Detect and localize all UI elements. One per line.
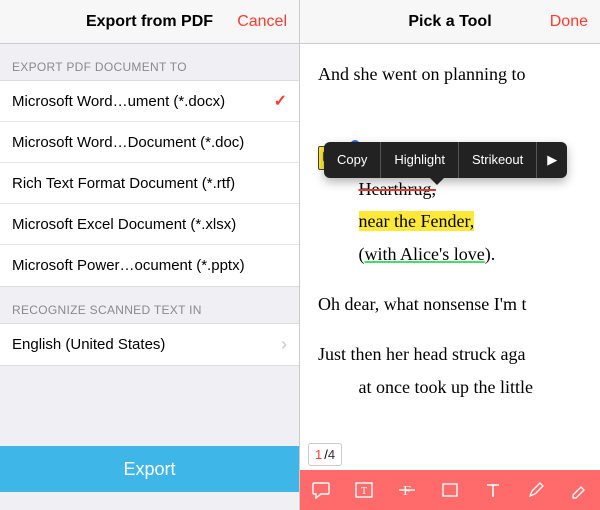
text-tool-icon[interactable] [480,481,506,499]
format-label: Microsoft Power…ocument (*.pptx) [12,257,245,274]
text-context-menu: Copy Highlight Strikeout ▶ [324,142,567,178]
menu-more-icon[interactable]: ▶ [537,148,567,171]
format-label: Rich Text Format Document (*.rtf) [12,175,235,192]
menu-highlight[interactable]: Highlight [381,142,459,178]
page-current: 1 [315,447,322,462]
format-label: Microsoft Word…Document (*.doc) [12,134,244,151]
language-row[interactable]: English (United States) › [0,324,299,365]
export-header: Export from PDF Cancel [0,0,299,44]
doc-line-7a: Just then her head struck aga [318,344,525,364]
format-rtf[interactable]: Rich Text Format Document (*.rtf) [0,163,299,204]
menu-copy[interactable]: Copy [324,142,381,178]
annotation-toolbar: T F [300,470,600,510]
page-total: 4 [328,447,335,462]
format-pptx[interactable]: Microsoft Power…ocument (*.pptx) [0,245,299,286]
format-list: Microsoft Word…ument (*.docx) ✓ Microsof… [0,80,299,287]
doc-line-7b: at once took up the little [359,377,533,397]
shape-tool-icon[interactable] [437,482,463,498]
export-title: Export from PDF [86,13,213,31]
svg-text:F: F [403,484,411,498]
language-list: English (United States) › [0,323,299,366]
highlighted-text: near the Fender, [359,211,475,231]
textbox-tool-icon[interactable]: T [351,482,377,498]
format-docx[interactable]: Microsoft Word…ument (*.docx) ✓ [0,81,299,122]
menu-strikeout[interactable]: Strikeout [459,142,537,178]
document-body[interactable]: And she went on planning to Alice 's Rig… [300,44,600,470]
doc-text: ). [485,244,496,264]
doc-line-6: Oh dear, what nonsense I'm t [318,288,600,320]
export-button-label: Export [123,459,175,480]
svg-text:T: T [361,486,367,497]
language-label: English (United States) [12,336,165,353]
format-xlsx[interactable]: Microsoft Excel Document (*.xlsx) [0,204,299,245]
section-export-to: EXPORT PDF DOCUMENT TO [0,44,299,80]
pencil-tool-icon[interactable] [523,481,549,499]
eraser-tool-icon[interactable] [565,481,591,499]
comment-tool-icon[interactable] [308,481,334,499]
format-doc[interactable]: Microsoft Word…Document (*.doc) [0,122,299,163]
format-label: Microsoft Excel Document (*.xlsx) [12,216,236,233]
section-language: RECOGNIZE SCANNED TEXT IN [0,287,299,323]
export-panel: Export from PDF Cancel EXPORT PDF DOCUME… [0,0,300,510]
document-panel: Pick a Tool Done And she went on plannin… [300,0,600,510]
tool-header: Pick a Tool Done [300,0,600,44]
strikethrough-tool-icon[interactable]: F [394,482,420,498]
cancel-button[interactable]: Cancel [237,13,287,31]
checkmark-icon: ✓ [274,91,287,111]
page-counter[interactable]: 1 / 4 [308,443,342,466]
chevron-right-icon: › [281,334,287,355]
strikeout-text: Hearthrug, [359,179,436,199]
doc-line-1: And she went on planning to [318,58,600,90]
tool-title: Pick a Tool [408,13,491,31]
format-label: Microsoft Word…ument (*.docx) [12,93,225,110]
underlined-text: (with Alice's love [359,244,485,264]
export-button[interactable]: Export [0,446,299,492]
done-button[interactable]: Done [550,13,588,31]
